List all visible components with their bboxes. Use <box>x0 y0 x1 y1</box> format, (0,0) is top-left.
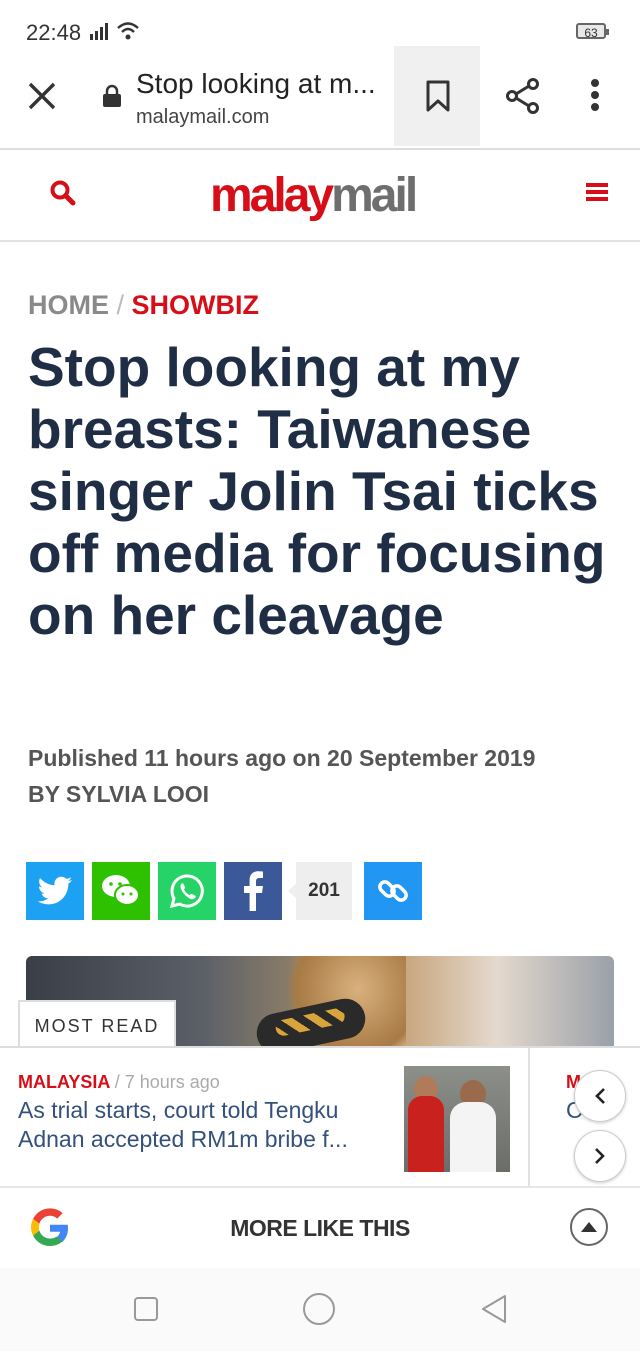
triangle-up-icon <box>581 1222 597 1232</box>
copy-link-button[interactable] <box>364 862 422 920</box>
site-logo[interactable]: malaymail <box>210 168 418 223</box>
category-label: MALAYSIA <box>18 1072 110 1092</box>
logo-mail: mail <box>331 169 418 222</box>
byline[interactable]: BY SYLVIA LOOI <box>28 776 535 812</box>
battery-icon: 63 <box>576 23 609 40</box>
search-icon[interactable] <box>50 180 76 206</box>
share-icon[interactable] <box>506 78 540 114</box>
share-count: 201 <box>288 862 352 920</box>
carousel-next-button[interactable] <box>574 1130 626 1182</box>
chevron-right-icon <box>595 1148 605 1164</box>
more-like-this-label[interactable]: MORE LIKE THIS <box>0 1188 640 1268</box>
close-icon[interactable] <box>26 80 58 112</box>
article-headline: Stop looking at my breasts: Taiwanese si… <box>28 336 606 646</box>
most-read-item-thumbnail[interactable] <box>404 1066 510 1172</box>
signal-icon <box>90 23 108 40</box>
more-like-this-bar[interactable]: MORE LIKE THIS <box>0 1186 640 1270</box>
url-domain[interactable]: malaymail.com <box>136 106 269 129</box>
carousel-prev-button[interactable] <box>574 1070 626 1122</box>
publish-date: Published 11 hours ago on 20 September 2… <box>28 745 536 771</box>
breadcrumb: HOME / SHOWBIZ <box>28 290 259 321</box>
most-read-carousel: MALAYSIA / 7 hours ago As trial starts, … <box>0 1046 640 1188</box>
most-read-tab[interactable]: MOST READ <box>18 1000 176 1048</box>
recent-apps-icon[interactable] <box>133 1296 159 1322</box>
page-title[interactable]: Stop looking at m... <box>136 68 376 100</box>
twitter-share-button[interactable] <box>26 862 84 920</box>
back-icon[interactable] <box>480 1294 508 1324</box>
twitter-icon <box>37 876 72 905</box>
thumbnail-person <box>450 1102 496 1172</box>
breadcrumb-separator: / <box>116 290 125 320</box>
status-bar: 22:48 63 <box>0 0 640 46</box>
thumbnail-person <box>408 1096 444 1172</box>
carousel-divider <box>528 1048 530 1188</box>
wechat-share-button[interactable] <box>92 862 150 920</box>
home-icon[interactable] <box>302 1292 336 1326</box>
logo-malay: malay <box>210 169 334 222</box>
system-navigation-bar <box>0 1268 640 1351</box>
facebook-share-button[interactable] <box>224 862 282 920</box>
link-icon <box>378 880 408 902</box>
collapse-button[interactable] <box>570 1208 608 1246</box>
more-options-icon[interactable] <box>590 78 600 112</box>
menu-icon[interactable] <box>586 182 608 202</box>
most-read-item-category[interactable]: MALAYSIA / 7 hours ago <box>18 1072 220 1093</box>
wechat-icon <box>102 875 140 906</box>
site-header: malaymail <box>0 150 640 242</box>
breadcrumb-home[interactable]: HOME <box>28 290 109 320</box>
category-separator: / <box>114 1072 120 1092</box>
google-logo-icon <box>31 1208 68 1246</box>
chevron-left-icon <box>595 1088 605 1104</box>
wifi-icon <box>117 22 139 40</box>
whatsapp-icon <box>169 874 204 909</box>
lock-icon <box>103 84 121 107</box>
browser-toolbar: Stop looking at m... malaymail.com <box>0 46 640 150</box>
item-time: 7 hours ago <box>124 1072 220 1092</box>
breadcrumb-category[interactable]: SHOWBIZ <box>132 290 260 320</box>
whatsapp-share-button[interactable] <box>158 862 216 920</box>
article-meta: Published 11 hours ago on 20 September 2… <box>28 740 535 812</box>
most-read-item-title[interactable]: As trial starts, court told Tengku Adnan… <box>18 1096 398 1154</box>
clock: 22:48 <box>26 20 82 45</box>
bookmark-icon[interactable] <box>426 80 450 112</box>
facebook-icon <box>244 871 263 911</box>
